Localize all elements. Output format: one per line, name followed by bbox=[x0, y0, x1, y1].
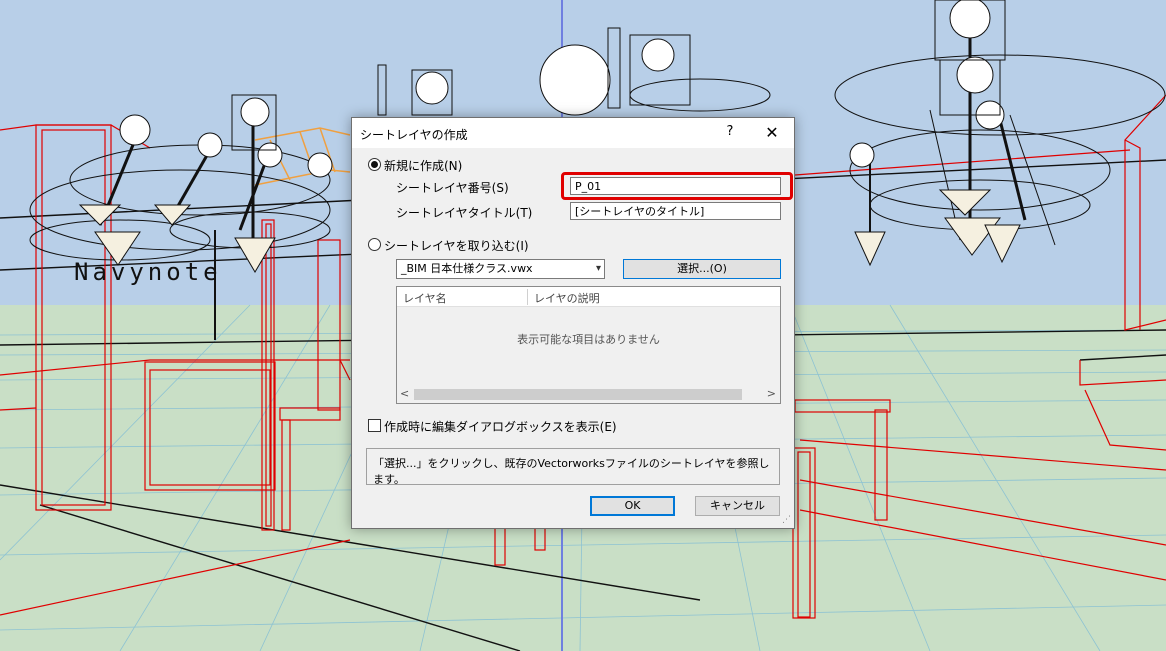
help-icon[interactable]: ? bbox=[722, 124, 738, 142]
chevron-down-icon: ▾ bbox=[595, 263, 601, 274]
highlight-box bbox=[561, 172, 793, 200]
sheet-title-input[interactable] bbox=[570, 202, 781, 220]
brand-logo-text: Navynote bbox=[74, 258, 222, 286]
chevron-right-icon[interactable]: > bbox=[767, 387, 776, 400]
source-file-select[interactable]: _BIM 日本仕様クラス.vwx ▾ bbox=[396, 259, 605, 279]
scrollbar-thumb[interactable] bbox=[414, 389, 742, 400]
select-file-button[interactable]: 選択...(O) bbox=[623, 259, 781, 279]
info-text: 「選択...」をクリックし、既存のVectorworksファイルのシートレイヤを… bbox=[373, 457, 770, 486]
column-layer-description[interactable]: レイヤの説明 bbox=[534, 290, 600, 306]
ok-button[interactable]: OK bbox=[590, 496, 675, 516]
info-box: 「選択...」をクリックし、既存のVectorworksファイルのシートレイヤを… bbox=[366, 448, 780, 486]
close-icon[interactable]: ✕ bbox=[760, 122, 784, 144]
create-sheet-layer-dialog: シートレイヤの作成 ? ✕ 新規に作成(N) シートレイヤ番号(S) シートレイ… bbox=[351, 117, 795, 529]
layer-list-header: レイヤ名 レイヤの説明 bbox=[397, 287, 780, 307]
import-layer-radio-label[interactable]: シートレイヤを取り込む(I) bbox=[384, 237, 529, 254]
show-edit-dialog-checkbox[interactable] bbox=[368, 419, 381, 432]
source-file-value: _BIM 日本仕様クラス.vwx bbox=[401, 262, 533, 275]
import-layer-radio[interactable] bbox=[368, 238, 381, 251]
sheet-title-label: シートレイヤタイトル(T) bbox=[396, 206, 533, 220]
layer-list[interactable]: レイヤ名 レイヤの説明 表示可能な項目はありません < > bbox=[396, 286, 781, 404]
horizontal-scrollbar[interactable]: < > bbox=[397, 386, 780, 403]
column-separator[interactable] bbox=[527, 289, 528, 305]
dialog-title: シートレイヤの作成 bbox=[360, 128, 468, 142]
chevron-left-icon[interactable]: < bbox=[400, 387, 409, 400]
new-layer-radio[interactable] bbox=[368, 158, 381, 171]
dialog-titlebar[interactable]: シートレイヤの作成 ? ✕ bbox=[352, 118, 794, 148]
resize-grip-icon[interactable]: ⋰ bbox=[782, 515, 791, 525]
sheet-number-label: シートレイヤ番号(S) bbox=[396, 181, 509, 195]
layer-list-empty-message: 表示可能な項目はありません bbox=[517, 333, 660, 346]
show-edit-dialog-label[interactable]: 作成時に編集ダイアログボックスを表示(E) bbox=[384, 418, 617, 435]
cancel-button[interactable]: キャンセル bbox=[695, 496, 780, 516]
column-layer-name[interactable]: レイヤ名 bbox=[403, 290, 447, 306]
new-layer-radio-label[interactable]: 新規に作成(N) bbox=[384, 157, 462, 174]
